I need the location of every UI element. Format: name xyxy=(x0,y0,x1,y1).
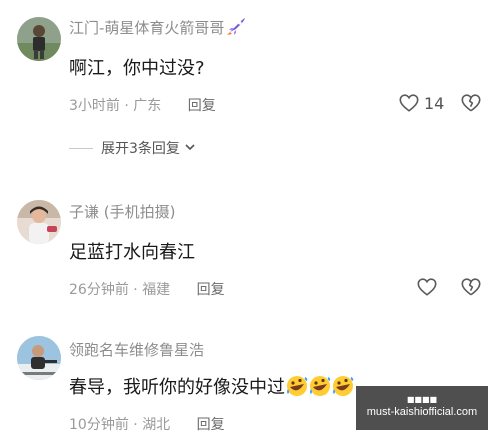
watermark-line1: ■■■■ xyxy=(406,395,438,404)
location-label: 湖北 xyxy=(142,417,171,433)
comment-meta: 26分钟前 · 福建 回复 xyxy=(69,279,225,299)
reply-button[interactable]: 回复 xyxy=(188,98,216,114)
heart-icon xyxy=(417,278,437,296)
avatar-image xyxy=(17,336,61,380)
comment-meta: 3小时前 · 广东 回复 xyxy=(69,95,216,115)
like-button[interactable]: 14 xyxy=(398,92,444,114)
reply-button[interactable]: 回复 xyxy=(197,282,225,298)
meta-separator: · xyxy=(128,282,143,298)
location-label: 福建 xyxy=(142,282,171,298)
expand-label: 展开3条回复 xyxy=(101,141,180,157)
location-label: 广东 xyxy=(133,98,162,114)
time-label: 3小时前 xyxy=(69,98,120,114)
broken-heart-icon xyxy=(461,94,481,112)
comment-meta: 10分钟前 · 湖北 回复 xyxy=(69,414,225,434)
heart-icon xyxy=(399,94,419,112)
rofl-emoji-icon xyxy=(286,375,308,402)
meta-separator: · xyxy=(119,98,134,114)
rocket-icon xyxy=(226,18,246,40)
username-text: 江门-萌星体育火箭哥哥 xyxy=(69,19,225,37)
username[interactable]: 江门-萌星体育火箭哥哥 xyxy=(69,17,246,40)
comment-text: 春导，我听你的好像没中过 xyxy=(69,373,354,402)
like-button[interactable] xyxy=(416,276,438,298)
chevron-down-icon xyxy=(184,140,196,156)
comment-item: 子谦 (手机拍摄) 足蓝打水向春江 26分钟前 · 福建 回复 xyxy=(0,190,500,310)
dislike-button[interactable] xyxy=(460,92,482,114)
rofl-emoji-icon xyxy=(309,375,331,402)
avatar-image xyxy=(17,200,61,244)
username[interactable]: 领跑名车维修鲁星浩 xyxy=(69,339,204,360)
avatar[interactable] xyxy=(17,336,61,380)
avatar[interactable] xyxy=(17,17,61,61)
rofl-emoji-icon xyxy=(332,375,354,402)
dislike-button[interactable] xyxy=(460,276,482,298)
avatar-image xyxy=(17,17,61,61)
like-count: 14 xyxy=(424,93,445,113)
watermark: ■■■■ must-kaishiofficial.com xyxy=(356,386,488,430)
meta-separator: · xyxy=(128,417,143,433)
time-label: 10分钟前 xyxy=(69,417,129,433)
comment-text: 啊江，你中过没? xyxy=(69,58,205,79)
avatar[interactable] xyxy=(17,200,61,244)
comment-text: 足蓝打水向春江 xyxy=(69,242,195,263)
expand-replies-button[interactable]: 展开3条回复 xyxy=(69,138,196,158)
reply-button[interactable]: 回复 xyxy=(197,417,225,433)
comment-text-content: 春导，我听你的好像没中过 xyxy=(69,377,285,398)
broken-heart-icon xyxy=(461,278,481,296)
expand-divider xyxy=(69,147,93,149)
watermark-line2: must-kaishiofficial.com xyxy=(366,406,478,418)
comment-item: 江门-萌星体育火箭哥哥 啊江，你中过没? 3小时前 · 广东 回复 14 展开3… xyxy=(0,0,500,170)
time-label: 26分钟前 xyxy=(69,282,129,298)
username[interactable]: 子谦 (手机拍摄) xyxy=(69,201,175,222)
